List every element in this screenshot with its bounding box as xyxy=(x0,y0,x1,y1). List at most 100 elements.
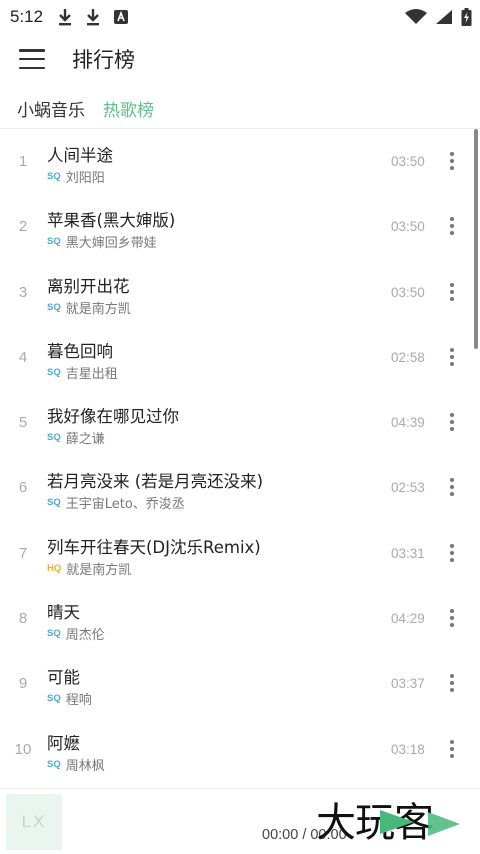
song-list: 1 人间半途 SQ 刘阳阳 03:50 2 苹果香(黑大婶版) SQ 黑大婶回乡… xyxy=(0,129,474,782)
song-meta: SQ 吉星出租 xyxy=(47,363,118,382)
song-artist: 吉星出租 xyxy=(65,366,118,382)
more-options-icon[interactable] xyxy=(442,147,462,175)
song-artist: 薛之谦 xyxy=(65,432,105,448)
more-options-icon[interactable] xyxy=(442,604,462,632)
song-artist: 刘阳阳 xyxy=(65,171,105,186)
song-row[interactable]: 6 若月亮没来 (若是月亮还没来) SQ 王宇宙Leto、乔浚丞 02:53 xyxy=(0,455,474,520)
song-title: 列车开往春天(DJ沈乐Remix) xyxy=(47,537,261,557)
song-row[interactable]: 3 离别开出花 SQ 就是南方凯 03:50 xyxy=(0,260,474,325)
quality-badge: SQ xyxy=(47,236,61,248)
song-artist: 程响 xyxy=(65,693,92,709)
download-icon xyxy=(87,9,100,26)
song-artist: 就是南方凯 xyxy=(65,301,131,317)
song-duration: 02:58 xyxy=(391,349,425,365)
song-title: 人间半途 xyxy=(47,146,113,165)
quality-badge: HQ xyxy=(47,562,62,574)
song-title: 离别开出花 xyxy=(47,276,130,296)
quality-badge: SQ xyxy=(47,171,61,182)
battery-charging-icon xyxy=(461,8,472,26)
song-row[interactable]: 8 晴天 SQ 周杰伦 04:29 xyxy=(0,586,474,651)
song-duration: 03:50 xyxy=(391,219,425,235)
song-row[interactable]: 4 暮色回响 SQ 吉星出租 02:58 xyxy=(0,325,474,390)
status-bar: 5:12 xyxy=(0,0,480,34)
song-meta: SQ 周林枫 xyxy=(47,755,105,774)
player-bar: LX 00:00 / 00:00 xyxy=(0,788,480,854)
wifi-icon xyxy=(405,9,427,24)
playback-time: 00:00 / 00:00 xyxy=(262,827,347,843)
song-row[interactable]: 9 可能 SQ 程响 03:37 xyxy=(0,651,474,716)
song-duration: 03:37 xyxy=(391,676,425,692)
song-index: 3 xyxy=(18,283,28,301)
status-system-icons xyxy=(405,0,472,34)
quality-badge: SQ xyxy=(47,693,61,705)
song-index: 6 xyxy=(18,479,28,497)
song-title: 可能 xyxy=(47,668,80,688)
song-duration: 02:53 xyxy=(391,480,425,496)
song-index: 2 xyxy=(18,218,28,236)
app-notification-icon xyxy=(114,10,129,24)
song-row[interactable]: 10 阿嬷 SQ 周林枫 03:18 xyxy=(0,717,474,782)
song-meta: SQ 王宇宙Leto、乔浚丞 xyxy=(47,493,185,512)
quality-badge: SQ xyxy=(47,758,61,770)
song-index: 5 xyxy=(18,414,28,432)
song-meta: SQ 就是南方凯 xyxy=(47,298,131,317)
song-title: 阿嬷 xyxy=(47,733,80,753)
song-artist: 周林枫 xyxy=(65,758,105,774)
status-time: 5:12 xyxy=(10,7,44,26)
more-options-icon[interactable] xyxy=(442,343,462,371)
quality-badge: SQ xyxy=(47,432,61,444)
signal-icon xyxy=(436,10,452,24)
song-duration: 03:50 xyxy=(391,284,425,300)
more-options-icon[interactable] xyxy=(442,278,462,306)
song-title: 暮色回响 xyxy=(47,341,113,361)
song-title: 晴天 xyxy=(47,603,80,623)
song-artist: 黑大婶回乡带娃 xyxy=(65,236,157,252)
album-cover[interactable]: LX xyxy=(6,794,62,850)
song-index: 7 xyxy=(18,544,28,562)
song-meta: SQ 黑大婶回乡带娃 xyxy=(47,232,157,251)
tab-source[interactable]: 小蜗音乐 xyxy=(17,96,85,121)
quality-badge: SQ xyxy=(47,628,61,640)
tab-board[interactable]: 热歌榜 xyxy=(103,96,154,121)
song-row[interactable]: 7 列车开往春天(DJ沈乐Remix) HQ 就是南方凯 03:31 xyxy=(0,521,474,586)
song-duration: 04:29 xyxy=(391,611,425,627)
song-artist: 周杰伦 xyxy=(65,628,105,644)
source-tabs: 小蜗音乐 热歌榜 xyxy=(0,90,480,126)
song-meta: HQ 就是南方凯 xyxy=(47,559,131,578)
status-notification-icons xyxy=(57,8,129,26)
quality-badge: SQ xyxy=(47,366,61,378)
song-title: 我好像在哪见过你 xyxy=(47,407,179,427)
song-row[interactable]: 5 我好像在哪见过你 SQ 薛之谦 04:39 xyxy=(0,390,474,455)
more-options-icon[interactable] xyxy=(442,669,462,697)
more-options-icon[interactable] xyxy=(442,735,462,763)
song-row[interactable]: 1 人间半途 SQ 刘阳阳 03:50 xyxy=(0,129,474,194)
song-artist: 就是南方凯 xyxy=(66,562,132,578)
menu-icon[interactable] xyxy=(19,49,45,69)
song-index: 4 xyxy=(18,348,28,366)
scrollbar[interactable] xyxy=(474,129,478,349)
download-icon xyxy=(59,9,72,26)
song-index: 9 xyxy=(18,675,28,693)
song-duration: 04:39 xyxy=(391,415,425,431)
quality-badge: SQ xyxy=(47,301,61,313)
song-index: 8 xyxy=(18,610,28,628)
song-meta: SQ 程响 xyxy=(47,689,92,708)
song-title: 若月亮没来 (若是月亮还没来) xyxy=(47,472,264,492)
song-index: 1 xyxy=(18,153,28,170)
song-duration: 03:50 xyxy=(391,154,425,169)
song-row[interactable]: 2 苹果香(黑大婶版) SQ 黑大婶回乡带娃 03:50 xyxy=(0,194,474,259)
song-meta: SQ 薛之谦 xyxy=(47,428,105,447)
cover-text: LX xyxy=(21,812,47,831)
song-artist: 王宇宙Leto、乔浚丞 xyxy=(65,497,185,513)
song-index: 10 xyxy=(14,740,32,758)
song-title: 苹果香(黑大婶版) xyxy=(47,211,176,231)
more-options-icon[interactable] xyxy=(442,473,462,501)
more-options-icon[interactable] xyxy=(442,212,462,240)
app-bar: 排行榜 xyxy=(0,36,480,82)
song-duration: 03:31 xyxy=(391,545,425,561)
more-options-icon[interactable] xyxy=(442,408,462,436)
more-options-icon[interactable] xyxy=(442,539,462,567)
quality-badge: SQ xyxy=(47,497,61,509)
page-title: 排行榜 xyxy=(72,48,135,72)
song-duration: 03:18 xyxy=(391,741,425,757)
